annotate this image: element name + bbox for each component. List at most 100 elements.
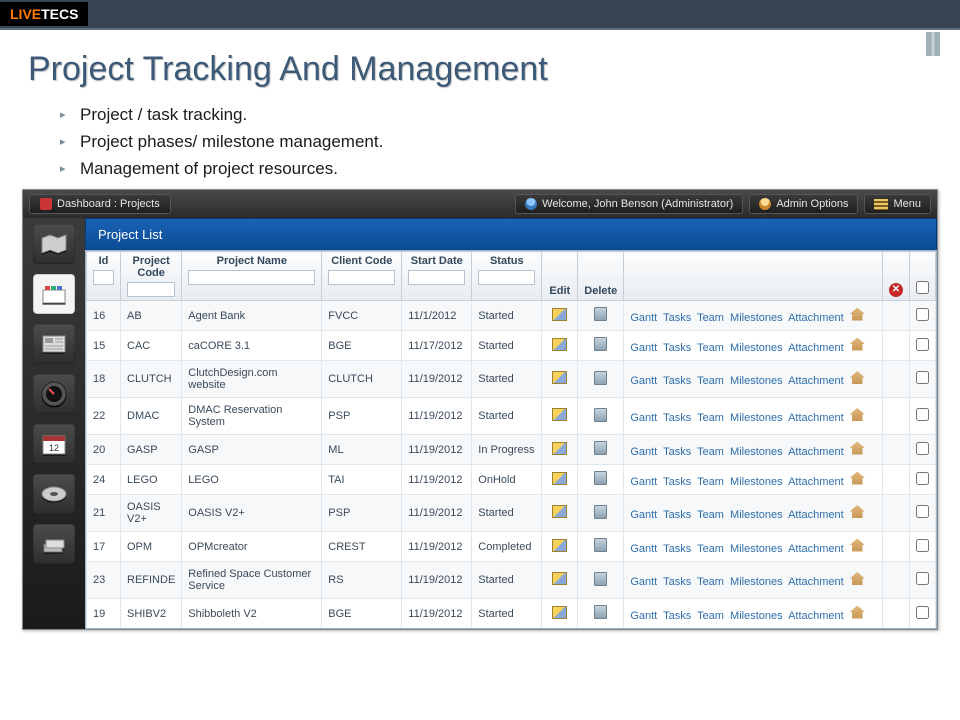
welcome-user-button[interactable]: Welcome, John Benson (Administrator) (515, 194, 743, 214)
gantt-link[interactable]: Gantt (630, 543, 657, 555)
house-icon[interactable] (850, 472, 865, 485)
row-checkbox[interactable] (916, 539, 929, 552)
delete-icon[interactable] (594, 441, 607, 455)
clear-filters-icon[interactable]: ✕ (889, 283, 903, 297)
edit-icon[interactable] (552, 408, 567, 421)
gantt-link[interactable]: Gantt (630, 312, 657, 324)
tasks-link[interactable]: Tasks (663, 543, 691, 555)
edit-icon[interactable] (552, 371, 567, 384)
edit-icon[interactable] (552, 539, 567, 552)
filter-client[interactable] (328, 270, 395, 285)
tasks-link[interactable]: Tasks (663, 509, 691, 521)
team-link[interactable]: Team (697, 412, 724, 424)
attachment-link[interactable]: Attachment (788, 412, 844, 424)
attachment-link[interactable]: Attachment (788, 543, 844, 555)
milestones-link[interactable]: Milestones (730, 610, 783, 622)
tasks-link[interactable]: Tasks (663, 342, 691, 354)
admin-options-button[interactable]: Admin Options (749, 194, 858, 214)
team-link[interactable]: Team (697, 509, 724, 521)
milestones-link[interactable]: Milestones (730, 342, 783, 354)
row-checkbox[interactable] (916, 572, 929, 585)
row-checkbox[interactable] (916, 338, 929, 351)
milestones-link[interactable]: Milestones (730, 412, 783, 424)
milestones-link[interactable]: Milestones (730, 312, 783, 324)
team-link[interactable]: Team (697, 342, 724, 354)
tasks-link[interactable]: Tasks (663, 476, 691, 488)
delete-icon[interactable] (594, 572, 607, 586)
house-icon[interactable] (850, 371, 865, 384)
house-icon[interactable] (850, 572, 865, 585)
filter-id[interactable] (93, 270, 114, 285)
attachment-link[interactable]: Attachment (788, 509, 844, 521)
gantt-link[interactable]: Gantt (630, 446, 657, 458)
team-link[interactable]: Team (697, 476, 724, 488)
delete-icon[interactable] (594, 408, 607, 422)
row-checkbox[interactable] (916, 308, 929, 321)
gantt-link[interactable]: Gantt (630, 476, 657, 488)
row-checkbox[interactable] (916, 472, 929, 485)
delete-icon[interactable] (594, 307, 607, 321)
row-checkbox[interactable] (916, 408, 929, 421)
gantt-link[interactable]: Gantt (630, 342, 657, 354)
filter-name[interactable] (188, 270, 315, 285)
attachment-link[interactable]: Attachment (788, 375, 844, 387)
gantt-link[interactable]: Gantt (630, 610, 657, 622)
breadcrumb[interactable]: Dashboard : Projects (29, 194, 171, 214)
delete-icon[interactable] (594, 371, 607, 385)
edit-icon[interactable] (552, 442, 567, 455)
tasks-link[interactable]: Tasks (663, 446, 691, 458)
delete-icon[interactable] (594, 538, 607, 552)
row-checkbox[interactable] (916, 606, 929, 619)
nav-gauge-icon[interactable] (33, 374, 75, 414)
house-icon[interactable] (850, 408, 865, 421)
edit-icon[interactable] (552, 308, 567, 321)
house-icon[interactable] (850, 606, 865, 619)
house-icon[interactable] (850, 338, 865, 351)
house-icon[interactable] (850, 442, 865, 455)
milestones-link[interactable]: Milestones (730, 509, 783, 521)
milestones-link[interactable]: Milestones (730, 375, 783, 387)
team-link[interactable]: Team (697, 375, 724, 387)
gantt-link[interactable]: Gantt (630, 375, 657, 387)
edit-icon[interactable] (552, 338, 567, 351)
team-link[interactable]: Team (697, 543, 724, 555)
tasks-link[interactable]: Tasks (663, 412, 691, 424)
filter-status[interactable] (478, 270, 535, 285)
edit-icon[interactable] (552, 606, 567, 619)
delete-icon[interactable] (594, 471, 607, 485)
attachment-link[interactable]: Attachment (788, 610, 844, 622)
milestones-link[interactable]: Milestones (730, 543, 783, 555)
edit-icon[interactable] (552, 472, 567, 485)
delete-icon[interactable] (594, 337, 607, 351)
house-icon[interactable] (850, 308, 865, 321)
milestones-link[interactable]: Milestones (730, 476, 783, 488)
row-checkbox[interactable] (916, 505, 929, 518)
filter-date[interactable] (408, 270, 465, 285)
select-all-checkbox[interactable] (916, 281, 929, 294)
attachment-link[interactable]: Attachment (788, 342, 844, 354)
tasks-link[interactable]: Tasks (663, 312, 691, 324)
tasks-link[interactable]: Tasks (663, 576, 691, 588)
team-link[interactable]: Team (697, 576, 724, 588)
nav-calendar-icon[interactable]: 12 (33, 424, 75, 464)
house-icon[interactable] (850, 539, 865, 552)
team-link[interactable]: Team (697, 312, 724, 324)
team-link[interactable]: Team (697, 610, 724, 622)
menu-button[interactable]: Menu (864, 194, 931, 214)
milestones-link[interactable]: Milestones (730, 446, 783, 458)
nav-disc-icon[interactable] (33, 474, 75, 514)
attachment-link[interactable]: Attachment (788, 576, 844, 588)
gantt-link[interactable]: Gantt (630, 509, 657, 521)
nav-news-icon[interactable] (33, 324, 75, 364)
tasks-link[interactable]: Tasks (663, 610, 691, 622)
row-checkbox[interactable] (916, 442, 929, 455)
edit-icon[interactable] (552, 572, 567, 585)
house-icon[interactable] (850, 505, 865, 518)
team-link[interactable]: Team (697, 446, 724, 458)
filter-code[interactable] (127, 282, 175, 297)
nav-map-icon[interactable] (33, 224, 75, 264)
gantt-link[interactable]: Gantt (630, 576, 657, 588)
attachment-link[interactable]: Attachment (788, 312, 844, 324)
milestones-link[interactable]: Milestones (730, 576, 783, 588)
attachment-link[interactable]: Attachment (788, 446, 844, 458)
